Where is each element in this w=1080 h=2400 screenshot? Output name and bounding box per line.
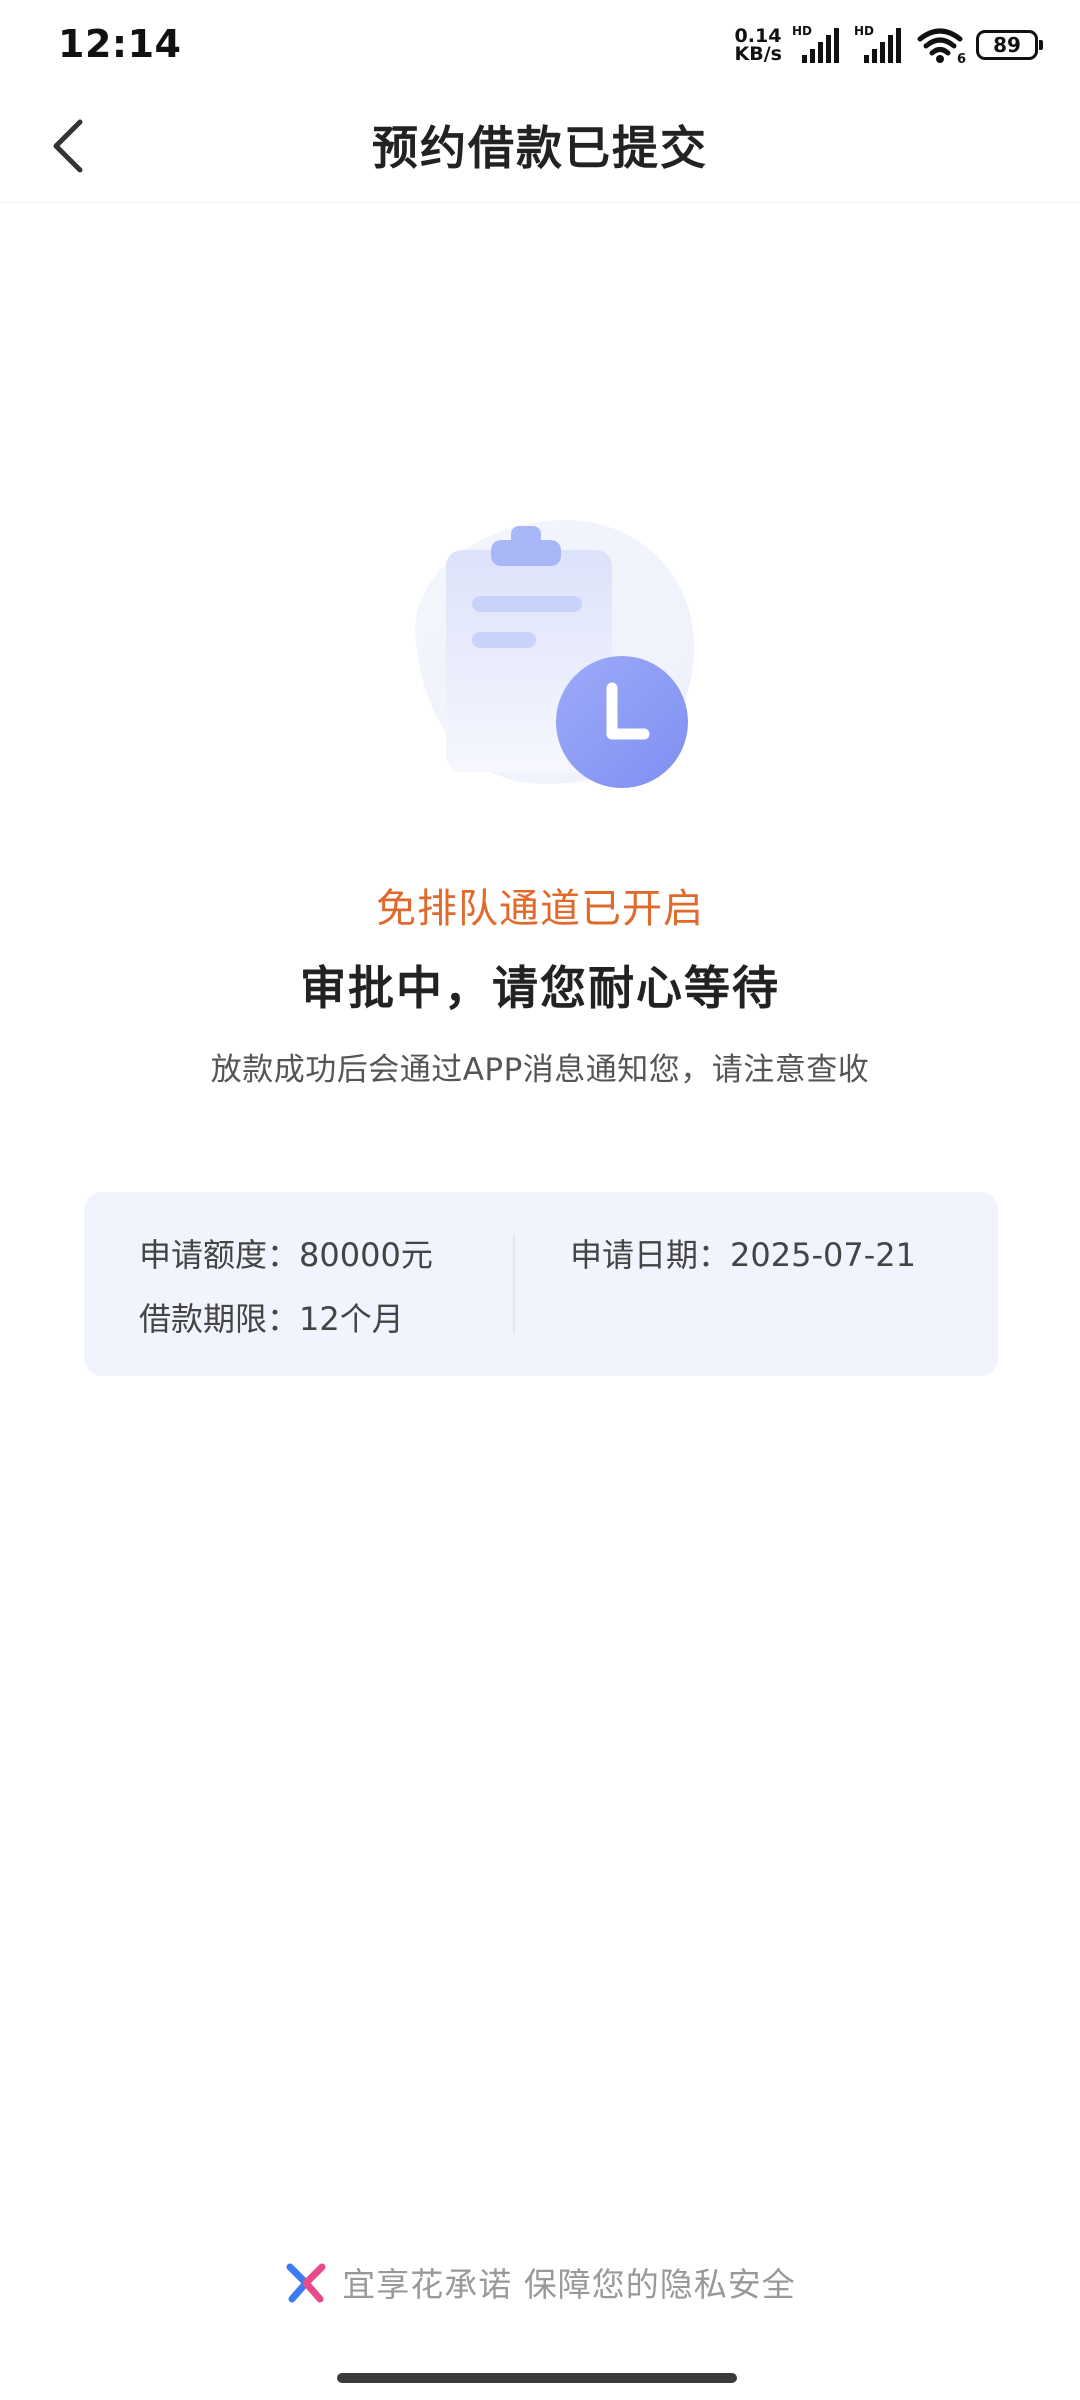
privacy-footer: 宜享花承诺 保障您的隐私安全 bbox=[0, 2258, 1080, 2306]
status-time: 12:14 bbox=[58, 22, 182, 66]
battery-level: 89 bbox=[993, 33, 1021, 57]
signal-sim1-icon: HD bbox=[792, 25, 844, 65]
fast-track-notice: 免排队通道已开启 bbox=[376, 886, 704, 932]
network-speed: 0.14 KB/s bbox=[734, 27, 782, 65]
info-divider bbox=[513, 1234, 515, 1334]
battery-icon: 89 bbox=[976, 30, 1043, 60]
wifi-6-label: 6 bbox=[956, 52, 966, 67]
yixianghua-logo-icon bbox=[286, 2263, 326, 2303]
page-title: 预约借款已提交 bbox=[372, 121, 708, 175]
term-row: 借款期限：12个月 bbox=[139, 1294, 404, 1340]
privacy-footer-text: 宜享花承诺 保障您的隐私安全 bbox=[342, 2265, 796, 2304]
amount-row: 申请额度：80000元 bbox=[139, 1230, 433, 1276]
home-indicator[interactable] bbox=[337, 2373, 737, 2383]
status-bar: 12:14 0.14 KB/s HD HD 6 89 bbox=[0, 0, 1080, 90]
amount-label: 申请额度： bbox=[139, 1236, 300, 1274]
network-speed-unit: KB/s bbox=[734, 43, 782, 65]
clipboard-clock-icon bbox=[376, 512, 706, 802]
nav-bar: 预约借款已提交 bbox=[0, 90, 1080, 203]
application-info-card: 申请额度：80000元 借款期限：12个月 申请日期：2025-07-21 bbox=[84, 1192, 998, 1376]
date-value: 2025-07-21 bbox=[730, 1236, 916, 1274]
term-value: 12个月 bbox=[299, 1300, 404, 1338]
signal-sim2-icon: HD bbox=[854, 25, 906, 65]
date-row: 申请日期：2025-07-21 bbox=[570, 1230, 916, 1276]
status-icons: 0.14 KB/s HD HD 6 89 bbox=[734, 22, 1043, 68]
wifi-icon: 6 bbox=[916, 25, 966, 67]
approval-status-title: 审批中，请您耐心等待 bbox=[300, 961, 780, 1015]
term-label: 借款期限： bbox=[139, 1300, 300, 1338]
date-label: 申请日期： bbox=[570, 1236, 731, 1274]
amount-value: 80000元 bbox=[299, 1236, 433, 1274]
notification-note: 放款成功后会通过APP消息通知您，请注意查收 bbox=[210, 1052, 870, 1088]
